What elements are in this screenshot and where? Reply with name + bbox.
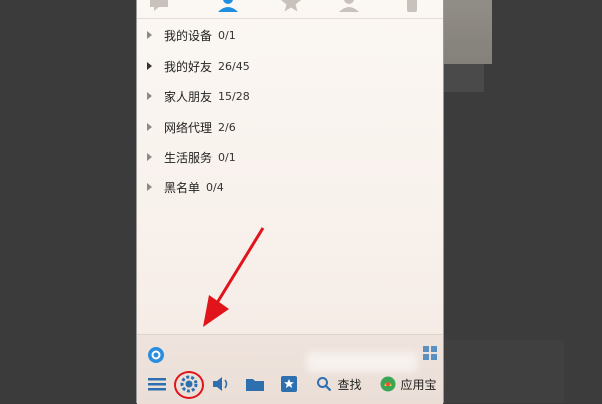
list-item-group[interactable]: 黑名单 0/4: [147, 176, 224, 198]
expand-arrow-icon: [147, 183, 152, 191]
find-label: 查找: [337, 377, 362, 392]
find-button[interactable]: 查找: [313, 372, 365, 396]
group-name: 生活服务: [164, 150, 213, 165]
grid-icon[interactable]: [422, 345, 438, 361]
expand-arrow-icon: [147, 62, 152, 70]
group-name: 黑名单: [164, 180, 201, 195]
contact-icon: [218, 0, 238, 12]
app-store-icon: [380, 376, 396, 392]
list-item-group[interactable]: 家人朋友 15/28: [147, 85, 250, 107]
expand-arrow-icon: [147, 153, 152, 161]
desktop-background-left: [0, 0, 136, 403]
search-icon: [317, 377, 332, 392]
star-icon: [281, 0, 301, 12]
group-name: 我的好友: [164, 59, 213, 74]
expand-arrow-icon: [147, 92, 152, 100]
file-manager-button[interactable]: [244, 372, 266, 396]
phone-icon: [407, 0, 417, 12]
menu-icon: [148, 378, 166, 391]
tab-contacts[interactable]: [216, 0, 240, 14]
group-count: 2/6: [218, 120, 236, 134]
qq-main-panel: 我的设备 0/1 我的好友 26/45 家人朋友 15/28 网络代理 2/6 …: [136, 0, 444, 404]
tab-groups[interactable]: [337, 0, 361, 14]
group-name: 网络代理: [164, 120, 213, 135]
group-count: 0/4: [206, 180, 224, 194]
expand-arrow-icon: [147, 31, 152, 39]
list-item-group[interactable]: 我的好友 26/45: [147, 55, 250, 77]
folder-icon: [246, 379, 264, 391]
blurred-region: [307, 352, 417, 372]
group-count: 26/45: [218, 59, 250, 73]
list-item-group[interactable]: 网络代理 2/6: [147, 116, 236, 138]
message-icon: [150, 0, 168, 11]
browser-icon[interactable]: [147, 346, 165, 364]
group-name: 家人朋友: [164, 89, 213, 104]
expand-arrow-icon: [147, 123, 152, 131]
background-window-fragment-2: [444, 64, 484, 92]
group-name: 我的设备: [164, 28, 213, 43]
tab-phone[interactable]: [400, 0, 424, 14]
group-icon: [339, 0, 359, 12]
group-count: 15/28: [218, 89, 250, 103]
group-count: 0/1: [218, 150, 236, 164]
group-count: 0/1: [218, 28, 236, 42]
annotation-circle: [174, 371, 204, 399]
list-item-group[interactable]: 生活服务 0/1: [147, 146, 236, 168]
list-item-group[interactable]: 我的设备 0/1: [147, 24, 236, 46]
sound-button[interactable]: [210, 372, 232, 396]
favorite-icon: [281, 376, 297, 392]
background-window-fragment: [444, 0, 492, 64]
app-store-button[interactable]: 应用宝: [375, 372, 441, 396]
tab-messages[interactable]: [147, 0, 171, 14]
background-window-fragment-3: [444, 340, 564, 403]
tab-favorites[interactable]: [279, 0, 303, 14]
favorites-button[interactable]: [278, 372, 300, 396]
app-store-label: 应用宝: [400, 377, 437, 392]
annotation-arrow: [203, 227, 265, 327]
tab-bar: [137, 0, 443, 19]
sound-icon: [213, 377, 228, 391]
main-menu-button[interactable]: [146, 372, 168, 396]
